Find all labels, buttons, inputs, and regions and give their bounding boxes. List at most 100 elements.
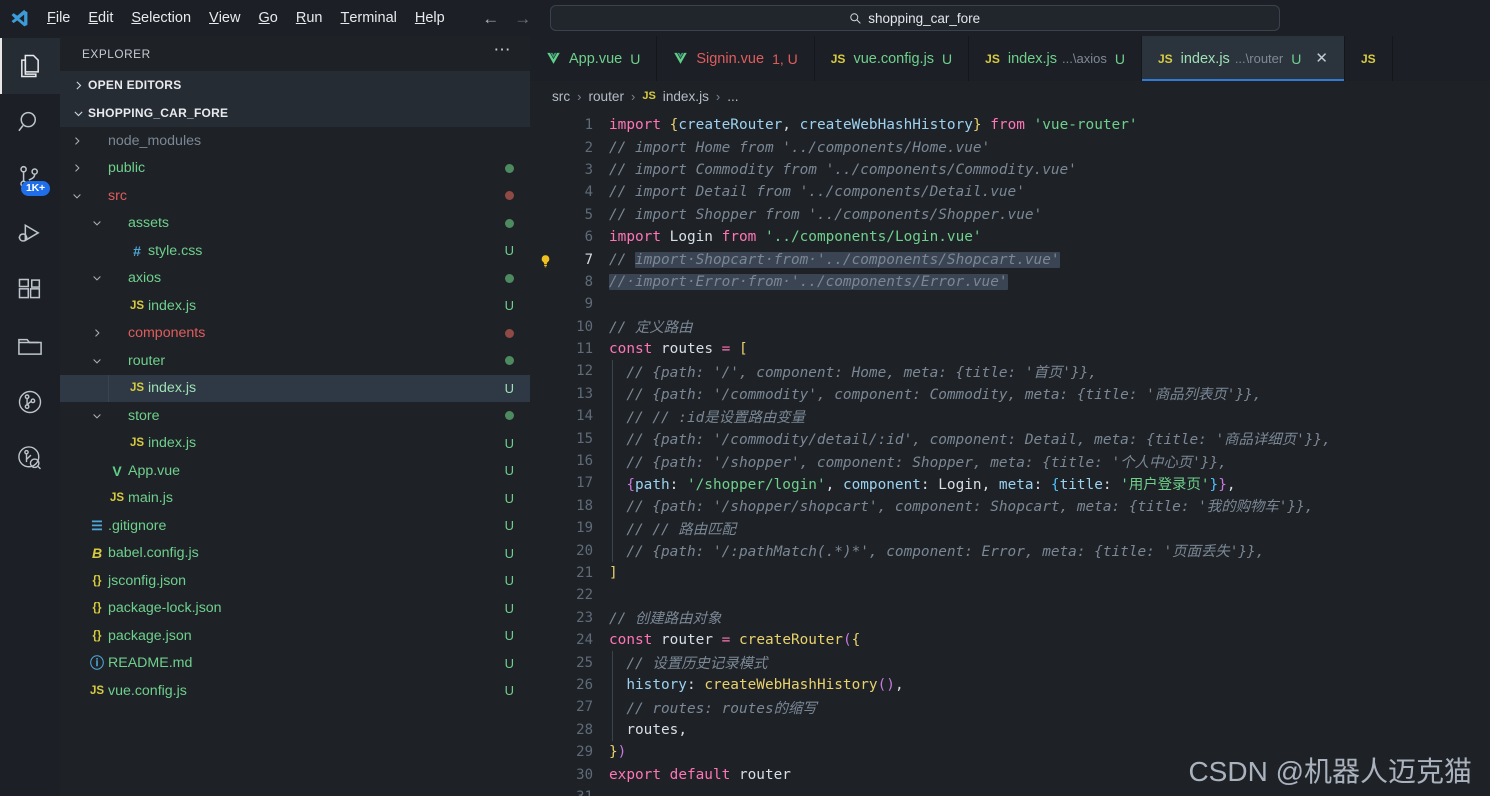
vue-file-icon: V: [112, 462, 122, 479]
menu-terminal-rest: erminal: [349, 10, 397, 26]
indent-guide: [612, 449, 613, 473]
tree-item-babel-config-js[interactable]: Bbabel.config.js U: [60, 540, 530, 568]
close-icon[interactable]: ✕: [1315, 51, 1328, 66]
activity-item-git-history[interactable]: [0, 430, 60, 486]
menu-edit[interactable]: Edit: [79, 0, 122, 36]
tree-item-label: public: [108, 160, 146, 177]
tree-item-components[interactable]: components: [60, 320, 530, 348]
tree-item-src[interactable]: src: [60, 182, 530, 210]
menu-edit-mnemonic: E: [88, 10, 99, 26]
breadcrumb-item-symbols[interactable]: ...: [727, 89, 738, 104]
more-actions-icon[interactable]: ⋯: [494, 41, 513, 61]
tree-item-axios[interactable]: axios: [60, 265, 530, 293]
code-line: 30 export default router: [530, 763, 1490, 785]
menu-view[interactable]: View: [200, 0, 249, 36]
chevron-right-icon[interactable]: [68, 135, 86, 147]
code-line: 31: [530, 786, 1490, 796]
command-center-text: shopping_car_fore: [868, 10, 981, 26]
js-file-icon: JS: [109, 492, 125, 505]
chevron-down-icon[interactable]: [88, 272, 106, 284]
git-status-badge: U: [504, 518, 514, 534]
section-open-editors[interactable]: OPEN EDITORS: [60, 71, 530, 99]
activity-item-run-and-debug[interactable]: [0, 206, 60, 262]
editor-tab-app-vue[interactable]: App.vue U: [530, 36, 658, 81]
activity-item-explorer[interactable]: [0, 38, 60, 94]
chevron-right-icon[interactable]: [88, 327, 106, 339]
code-line: 5 // import Shopper from '../components/S…: [530, 204, 1490, 226]
chevron-down-icon[interactable]: [68, 190, 86, 202]
activity-item-search[interactable]: [0, 94, 60, 150]
menu-selection[interactable]: Selection: [122, 0, 200, 36]
menu-bar: File Edit Selection View Go Run Terminal…: [38, 0, 454, 36]
menu-file[interactable]: File: [38, 0, 79, 36]
tree-item-label: vue.config.js: [108, 682, 187, 699]
code-line: 3 // import Commodity from '../components…: [530, 159, 1490, 181]
code-text: const router = createRouter({: [609, 632, 861, 649]
lightbulb-icon[interactable]: [538, 254, 553, 272]
chevron-down-icon[interactable]: [88, 355, 106, 367]
tab-description: ...\axios: [1062, 51, 1107, 66]
activity-item-git-graph[interactable]: [0, 374, 60, 430]
line-number: 22: [576, 587, 593, 604]
tree-item-package-lock-json[interactable]: {} package-lock.json U: [60, 595, 530, 623]
tree-item-jsconfig-json[interactable]: {} jsconfig.json U: [60, 567, 530, 595]
tree-item-node_modules[interactable]: node_modules: [60, 127, 530, 155]
babel-file-icon: B: [91, 545, 103, 562]
tree-item-package-json[interactable]: {} package.json U: [60, 622, 530, 650]
section-workspace-folder[interactable]: SHOPPING_CAR_FORE: [60, 99, 530, 127]
breadcrumb-item-index-js[interactable]: index.js: [663, 89, 709, 104]
tree-item-main-js[interactable]: JS main.js U: [60, 485, 530, 513]
code-line: 7// import·Shopcart·from·'../components/…: [530, 248, 1490, 270]
breadcrumb-item-src[interactable]: src: [552, 89, 570, 104]
editor-tab-index-js-axios[interactable]: JS index.js ...\axios U: [969, 36, 1142, 81]
code-text: routes,: [626, 721, 687, 738]
menu-go[interactable]: Go: [249, 0, 286, 36]
chevron-down-icon[interactable]: [88, 217, 106, 229]
sidebar-title: EXPLORER: [82, 46, 151, 61]
tree-item-app-vue[interactable]: V App.vue U: [60, 457, 530, 485]
code-line: 9: [530, 293, 1490, 315]
chevron-right-icon[interactable]: [68, 162, 86, 174]
command-center[interactable]: shopping_car_fore: [549, 5, 1280, 31]
activity-item-folder[interactable]: [0, 318, 60, 374]
code-text: export default router: [609, 766, 791, 783]
editor-tab-vue-config-js[interactable]: JS vue.config.js U: [814, 36, 970, 81]
tree-item-readme-md[interactable]: ⓘ README.md U: [60, 650, 530, 678]
editor-tab-overflow[interactable]: JS: [1344, 36, 1393, 81]
forward-arrow-icon[interactable]: →: [514, 10, 532, 27]
tree-item-label: main.js: [128, 490, 173, 507]
tree-item-index-js[interactable]: JS index.js U: [60, 292, 530, 320]
tree-item-router[interactable]: router: [60, 347, 530, 375]
editor-tab-index-js-router[interactable]: JS index.js ...\router U ✕: [1141, 36, 1345, 81]
chevron-down-icon[interactable]: [88, 410, 106, 422]
debug-icon: [18, 223, 40, 242]
editor-tabs: App.vue U Signin.vue 1, U JS vue.config.js U JS…: [530, 36, 1490, 81]
activity-item-source-control[interactable]: 1K+: [0, 150, 60, 206]
menu-terminal[interactable]: Terminal: [331, 0, 405, 36]
back-arrow-icon[interactable]: ←: [482, 10, 500, 27]
tab-git-status: U: [1291, 50, 1302, 67]
tree-item-index-js[interactable]: JS index.js U: [60, 374, 530, 402]
tree-item-vue-config-js[interactable]: JS vue.config.js U: [60, 677, 530, 705]
menu-run[interactable]: Run: [287, 0, 332, 36]
indent-guide: [612, 651, 613, 674]
menu-selection-mnemonic: S: [131, 10, 142, 26]
menu-help[interactable]: Help: [406, 0, 454, 36]
line-number: 31: [530, 789, 605, 796]
tree-item-assets[interactable]: assets: [60, 210, 530, 238]
tree-item-store[interactable]: store: [60, 402, 530, 430]
tree-item-public[interactable]: public: [60, 155, 530, 183]
vue-file-icon: [547, 52, 560, 64]
code-text: // import Home from '../components/Home.…: [609, 139, 991, 156]
menu-edit-rest: dit: [98, 10, 114, 26]
breadcrumb-item-router[interactable]: router: [588, 89, 624, 104]
editor-tab-signin-vue[interactable]: Signin.vue 1, U: [657, 36, 815, 81]
tree-item-index-js[interactable]: JS index.js U: [60, 430, 530, 458]
tree-item--gitignore[interactable]: ☰ .gitignore U: [60, 512, 530, 540]
js-file-icon: JS: [642, 90, 656, 102]
tree-item-label: src: [108, 187, 127, 204]
json-file-icon: {}: [92, 602, 102, 615]
activity-item-extensions[interactable]: [0, 262, 60, 318]
code-editor[interactable]: 1 import {createRouter, createWebHashHist…: [530, 111, 1490, 796]
tree-item-style-css[interactable]: # style.css U: [60, 237, 530, 265]
